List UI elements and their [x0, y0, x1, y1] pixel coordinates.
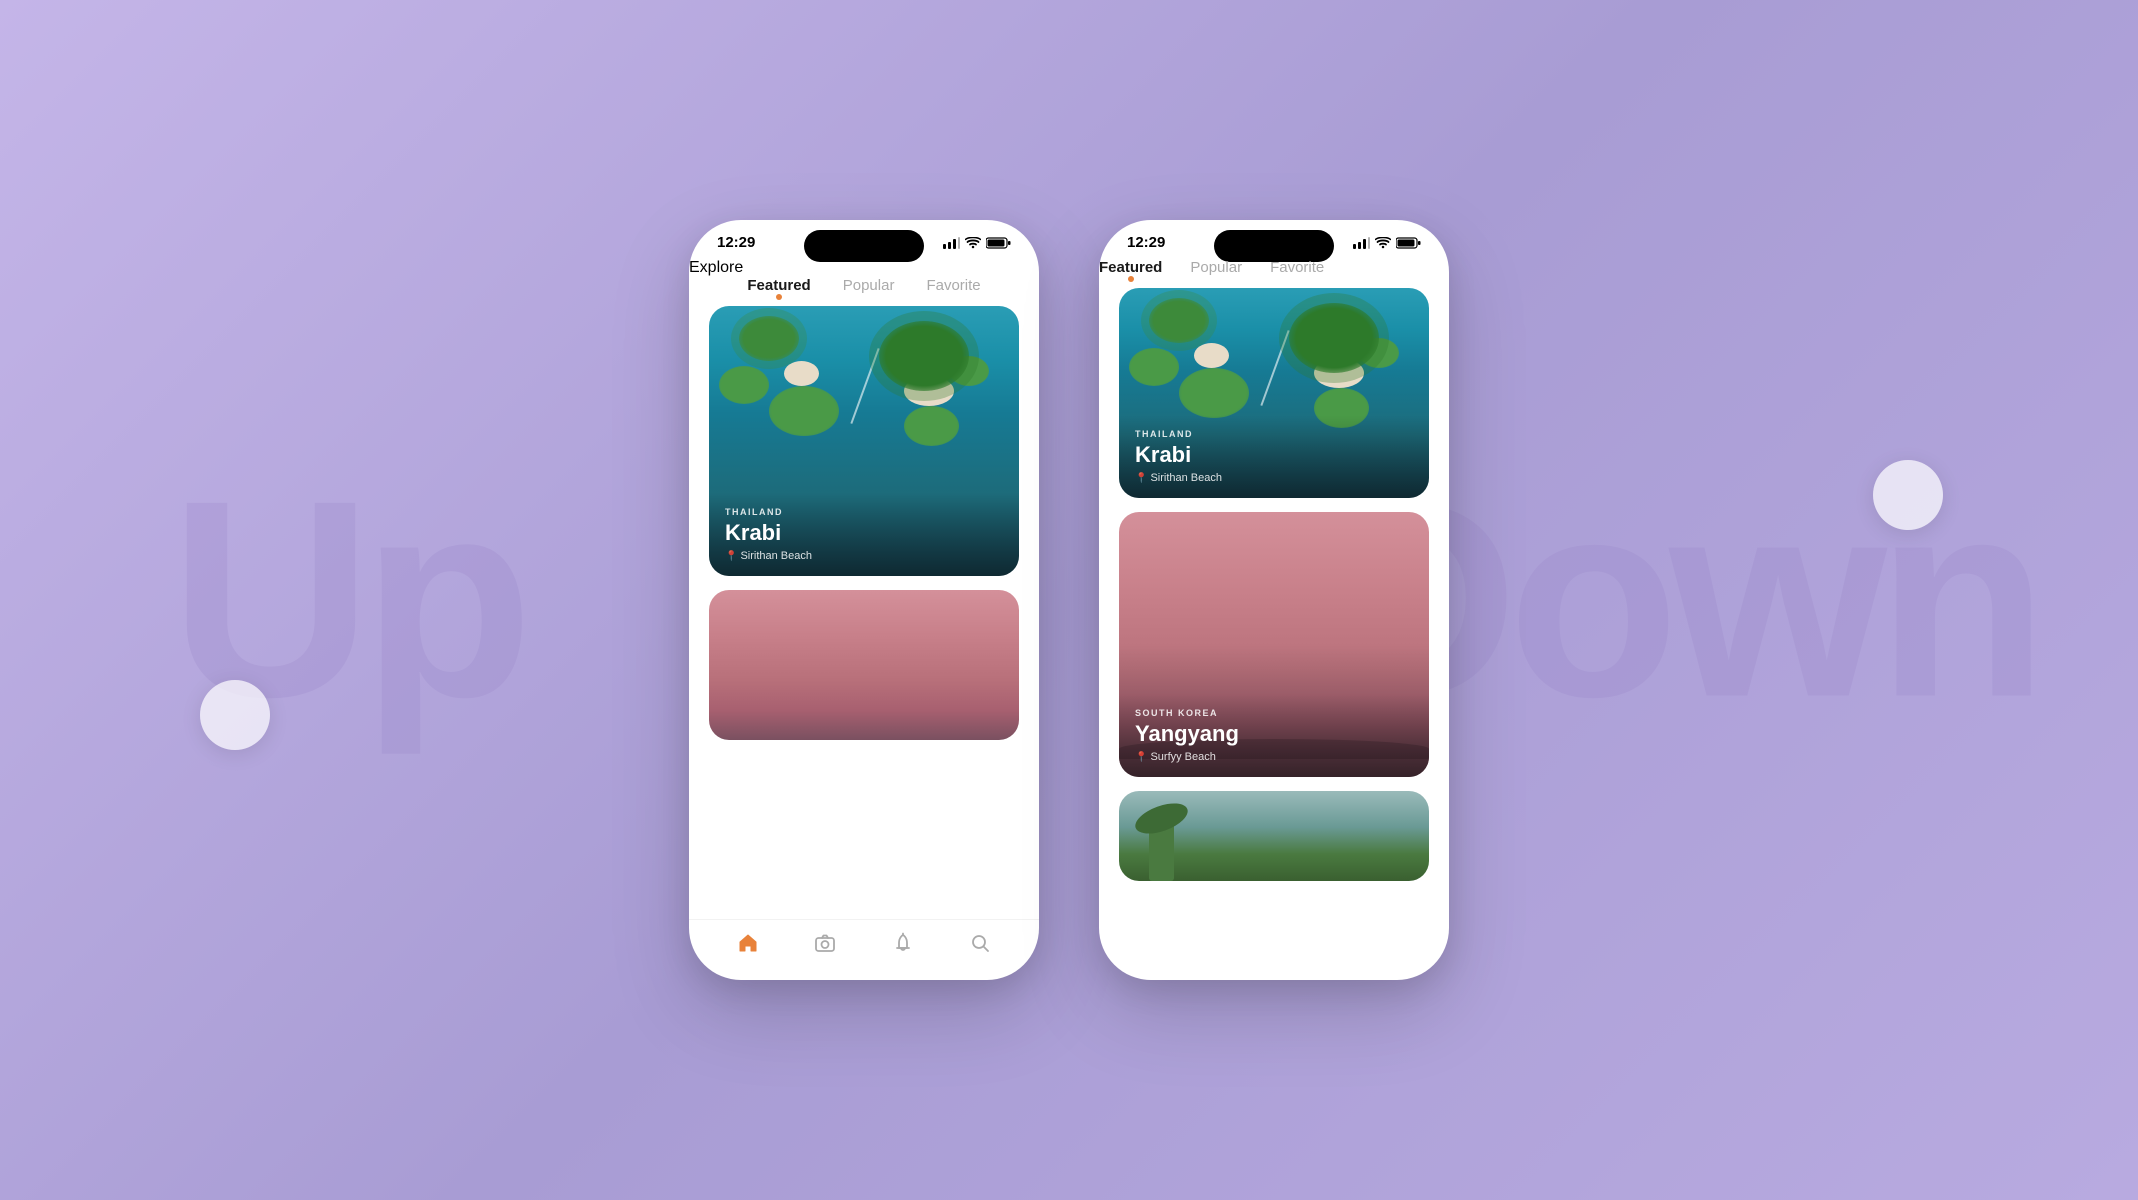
yangyang-city-2: Yangyang	[1135, 721, 1413, 747]
nav-bell-1[interactable]	[892, 932, 914, 960]
tab-featured-2[interactable]: Featured	[1099, 259, 1162, 280]
status-icons-1	[943, 237, 1011, 249]
island-detail-4	[904, 406, 959, 446]
card-yangyang-2[interactable]: SOUTH KOREA Yangyang 📍 Surfyy Beach	[1119, 512, 1429, 777]
card-krabi-1[interactable]: THAILAND Krabi 📍 Sirithan Beach	[709, 306, 1019, 576]
tab-favorite-2[interactable]: Favorite	[1270, 259, 1324, 280]
yangyang-image-1	[709, 590, 1019, 740]
krabi-location-1: 📍 Sirithan Beach	[725, 550, 1003, 562]
card-island-bottom-2[interactable]	[1119, 791, 1429, 881]
nav-camera-1[interactable]	[814, 932, 836, 960]
card-krabi-2[interactable]: THAILAND Krabi 📍 Sirithan Beach	[1119, 288, 1429, 498]
krabi-city-2: Krabi	[1135, 442, 1413, 468]
krabi-overlay-1: THAILAND Krabi 📍 Sirithan Beach	[709, 493, 1019, 576]
nav-search-1[interactable]	[969, 932, 991, 960]
krabi-country-2: THAILAND	[1135, 429, 1413, 439]
krabi-city-1: Krabi	[725, 520, 1003, 546]
time-2: 12:29	[1127, 234, 1165, 251]
krabi-location-2: 📍 Sirithan Beach	[1135, 472, 1413, 484]
location-pin-icon-3: 📍	[1135, 752, 1147, 763]
phone1-scroll: THAILAND Krabi 📍 Sirithan Beach	[689, 298, 1039, 919]
nav-home-1[interactable]	[737, 932, 759, 960]
island-bottom-image-2	[1119, 791, 1429, 881]
side-pill-left	[200, 680, 270, 750]
island-detail-2	[769, 386, 839, 436]
yangyang-location-2: 📍 Surfyy Beach	[1135, 751, 1413, 763]
sand-bar-4	[1314, 358, 1364, 388]
wake-line-2	[1260, 330, 1289, 406]
yangyang-overlay-2: SOUTH KOREA Yangyang 📍 Surfyy Beach	[1119, 694, 1429, 777]
battery-icon-2	[1396, 237, 1421, 249]
card-yangyang-1[interactable]	[709, 590, 1019, 740]
island-detail-6	[1179, 368, 1249, 418]
signal-icon-2	[1353, 237, 1370, 249]
location-pin-icon-1: 📍	[725, 551, 737, 562]
tab-favorite-1[interactable]: Favorite	[926, 277, 980, 298]
status-icons-2	[1353, 237, 1421, 249]
yangyang-country-2: SOUTH KOREA	[1135, 708, 1413, 718]
time-1: 12:29	[717, 234, 755, 251]
location-pin-icon-2: 📍	[1135, 473, 1147, 484]
dynamic-island-2	[1214, 230, 1334, 262]
island-detail-1	[719, 366, 769, 404]
island-detail-7	[1359, 338, 1399, 368]
signal-icon-1	[943, 237, 960, 249]
status-bar-1: 12:29	[689, 220, 1039, 259]
tab-popular-1[interactable]: Popular	[843, 277, 895, 298]
dynamic-island-1	[804, 230, 924, 262]
krabi-country-1: THAILAND	[725, 507, 1003, 517]
phone2-scroll: THAILAND Krabi 📍 Sirithan Beach	[1099, 280, 1449, 980]
phone-1: 12:29	[689, 220, 1039, 980]
phone1-bottom-nav	[689, 919, 1039, 980]
island-detail-3	[949, 356, 989, 386]
phone2-header: Featured Popular Favorite	[1099, 259, 1449, 280]
phone-2: 12:29	[1099, 220, 1449, 980]
phone1-tabs: Featured Popular Favorite	[689, 277, 1039, 298]
sand-bar-2	[904, 376, 954, 406]
krabi-overlay-2: THAILAND Krabi 📍 Sirithan Beach	[1119, 415, 1429, 498]
wifi-icon-1	[965, 237, 981, 249]
wake-line-1	[850, 348, 879, 424]
sand-bar-1	[784, 361, 819, 386]
battery-icon-1	[986, 237, 1011, 249]
phones-container: 12:29	[689, 220, 1449, 980]
tab-popular-2[interactable]: Popular	[1190, 259, 1242, 280]
side-pill-right	[1873, 460, 1943, 530]
island-detail-5	[1129, 348, 1179, 386]
sand-bar-3	[1194, 343, 1229, 368]
status-bar-2: 12:29	[1099, 220, 1449, 259]
phone1-header: Explore Featured Popular Favorite	[689, 259, 1039, 298]
wifi-icon-2	[1375, 237, 1391, 249]
phone2-tabs: Featured Popular Favorite	[1099, 259, 1449, 280]
tab-featured-1[interactable]: Featured	[747, 277, 810, 298]
